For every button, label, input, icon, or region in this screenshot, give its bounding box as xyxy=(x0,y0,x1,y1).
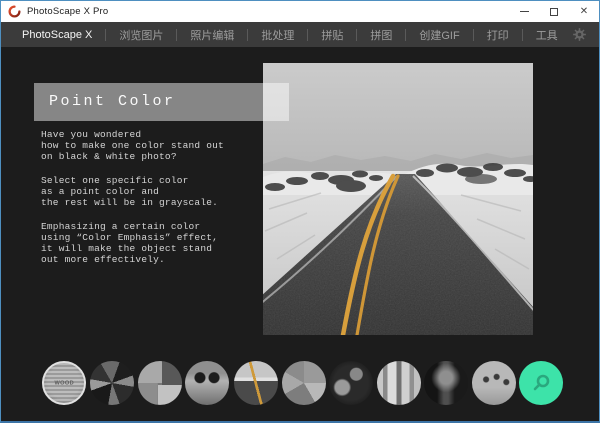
thumbnail-dark-street[interactable] xyxy=(424,361,468,405)
menu-item-tools[interactable]: 工具 xyxy=(523,27,571,43)
maximize-button[interactable] xyxy=(539,1,569,22)
window-controls: ✕ xyxy=(509,1,599,22)
search-icon xyxy=(530,372,552,394)
menu-item-combine[interactable]: 拼图 xyxy=(357,27,405,43)
wood-coin-label: WOOD xyxy=(54,380,74,386)
thumbnail-bridge-walkway[interactable] xyxy=(377,361,421,405)
menu-item-collage[interactable]: 拼贴 xyxy=(308,27,356,43)
close-icon: ✕ xyxy=(580,7,588,17)
thumbnail-dog-with-glasses[interactable] xyxy=(185,361,229,405)
close-button[interactable]: ✕ xyxy=(569,1,599,22)
app-window: PhotoScape X Pro ✕ PhotoScape X 浏览图片 照片编… xyxy=(0,0,600,423)
thumbnail-desert-road[interactable] xyxy=(234,361,278,405)
settings-gear-icon[interactable] xyxy=(572,27,587,42)
feature-description: Have you wondered how to make one color … xyxy=(41,129,266,278)
description-paragraph: Emphasizing a certain color using “Color… xyxy=(41,221,266,265)
maximize-icon xyxy=(550,8,558,16)
thumbnail-gray-collage[interactable] xyxy=(282,361,326,405)
titlebar: PhotoScape X Pro ✕ xyxy=(1,1,599,22)
menubar: PhotoScape X 浏览图片 照片编辑 批处理 拼贴 拼图 创建GIF 打… xyxy=(1,22,599,47)
menu-item-batch[interactable]: 批处理 xyxy=(248,27,307,43)
menu-item-editor[interactable]: 照片编辑 xyxy=(177,27,247,43)
thumbnail-dark-abstract[interactable] xyxy=(329,361,373,405)
thumbnail-people-walking[interactable] xyxy=(472,361,516,405)
menu-item-browse[interactable]: 浏览图片 xyxy=(106,27,176,43)
preview-road-photo[interactable] xyxy=(263,63,533,335)
thumbnail-dark-collage[interactable] xyxy=(90,361,134,405)
menu-item-photoscape-x[interactable]: PhotoScape X xyxy=(9,29,105,41)
menu-item-print[interactable]: 打印 xyxy=(474,27,522,43)
description-paragraph: Select one specific color as a point col… xyxy=(41,175,266,208)
window-title: PhotoScape X Pro xyxy=(27,6,108,17)
minimize-icon xyxy=(520,11,529,12)
menu-item-create-gif[interactable]: 创建GIF xyxy=(406,27,472,43)
description-paragraph: Have you wondered how to make one color … xyxy=(41,129,266,162)
thumbnail-photo-collage[interactable] xyxy=(138,361,182,405)
app-logo-icon xyxy=(8,5,21,18)
thumbnail-wood-coin[interactable]: WOOD xyxy=(42,361,86,405)
page-title-banner: Point Color xyxy=(34,83,289,121)
minimize-button[interactable] xyxy=(509,1,539,22)
page-title: Point Color xyxy=(49,93,176,110)
search-button[interactable] xyxy=(519,361,563,405)
